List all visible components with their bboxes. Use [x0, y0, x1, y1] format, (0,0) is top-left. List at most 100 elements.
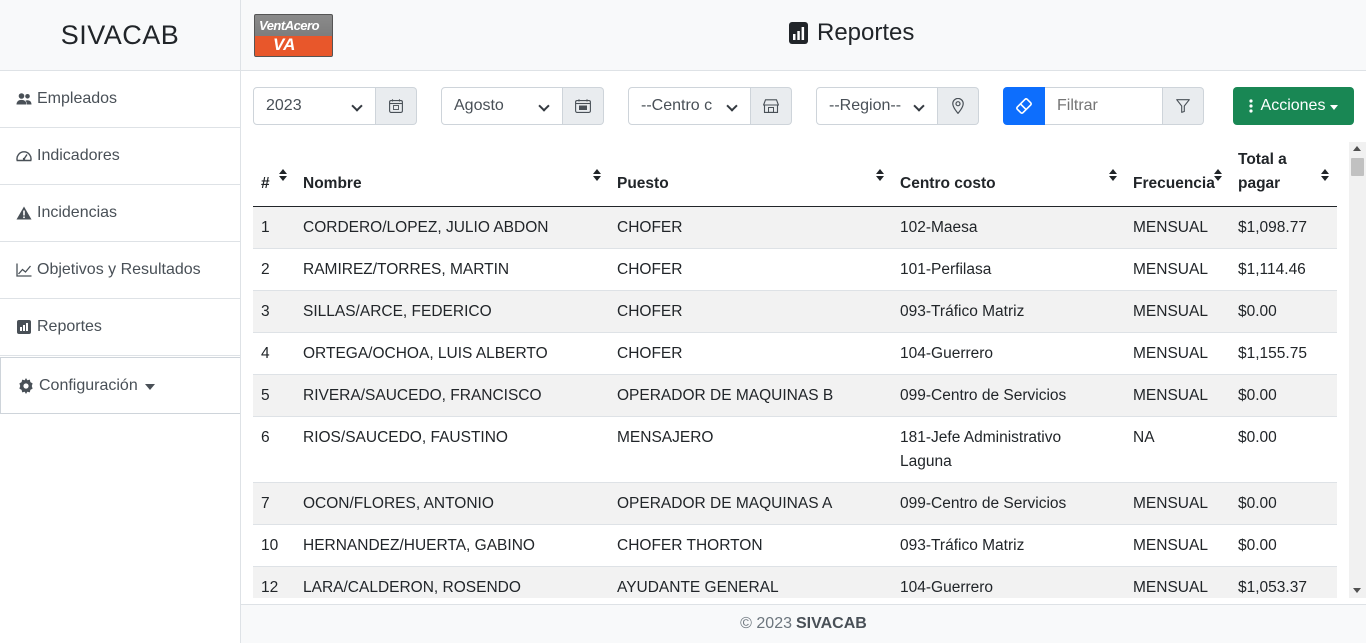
sidebar-item-reportes[interactable]: Reportes	[0, 299, 240, 356]
cell-total: $1,053.37	[1230, 566, 1337, 598]
cell-nombre: RIOS/SAUCEDO, FAUSTINO	[295, 416, 609, 483]
table-row[interactable]: 3 SILLAS/ARCE, FEDERICO CHOFER 093-Tráfi…	[253, 290, 1337, 333]
region-addon[interactable]	[938, 87, 979, 125]
page-footer: © 2023 SIVACAB	[241, 604, 1366, 643]
building-icon	[763, 99, 779, 113]
report-table: # Nombre Puesto Centro costo Frecuencia …	[253, 142, 1337, 598]
sidebar-item-label: Objetivos y Resultados	[37, 261, 201, 278]
cell-centro-costo: 101-Perfilasa	[892, 248, 1125, 291]
cell-centro-costo: 099-Centro de Servicios	[892, 374, 1125, 417]
caret-down-icon	[1330, 104, 1339, 110]
column-header-number[interactable]: #	[253, 142, 295, 207]
funnel-icon	[1176, 99, 1190, 113]
acciones-label: Acciones	[1260, 97, 1326, 114]
cell-puesto: CHOFER	[609, 332, 892, 375]
cell-frecuencia: MENSUAL	[1125, 332, 1230, 375]
filter-addon[interactable]	[1163, 87, 1204, 125]
cell-number: 6	[253, 416, 295, 483]
location-pin-icon	[952, 98, 964, 114]
table-body: 1 CORDERO/LOPEZ, JULIO ABDON CHOFER 102-…	[253, 206, 1337, 598]
chevron-down-icon	[144, 383, 155, 390]
cell-nombre: CORDERO/LOPEZ, JULIO ABDON	[295, 206, 609, 249]
sidebar-item-label: Reportes	[37, 318, 102, 335]
region-select-value: --Region--	[829, 97, 902, 114]
table-row[interactable]: 4 ORTEGA/OCHOA, LUIS ALBERTO CHOFER 104-…	[253, 332, 1337, 375]
cell-puesto: OPERADOR DE MAQUINAS A	[609, 482, 892, 525]
scroll-up-icon[interactable]	[1353, 146, 1361, 151]
column-header-frecuencia[interactable]: Frecuencia	[1125, 142, 1230, 207]
cell-number: 10	[253, 524, 295, 567]
year-calendar-addon[interactable]	[376, 87, 417, 125]
chevron-down-icon	[913, 100, 925, 112]
cell-puesto: CHOFER	[609, 290, 892, 333]
cell-nombre: HERNANDEZ/HUERTA, GABINO	[295, 524, 609, 567]
gear-icon	[18, 377, 34, 394]
people-icon	[16, 91, 32, 107]
centro-addon[interactable]	[751, 87, 792, 125]
line-chart-icon	[16, 262, 32, 278]
month-select[interactable]: Agosto	[441, 87, 563, 125]
column-header-nombre[interactable]: Nombre	[295, 142, 609, 207]
column-header-label: #	[261, 174, 270, 192]
sort-icon	[876, 169, 884, 181]
table-row[interactable]: 10 HERNANDEZ/HUERTA, GABINO CHOFER THORT…	[253, 524, 1337, 567]
table-row[interactable]: 12 LARA/CALDERON, ROSENDO AYUDANTE GENER…	[253, 566, 1337, 598]
cell-puesto: AYUDANTE GENERAL	[609, 566, 892, 598]
month-calendar-addon[interactable]	[563, 87, 604, 125]
clear-filter-button[interactable]	[1003, 87, 1045, 125]
column-header-label: Frecuencia	[1133, 174, 1215, 192]
cell-centro-costo: 104-Guerrero	[892, 332, 1125, 375]
chevron-down-icon	[351, 100, 363, 112]
cell-frecuencia: MENSUAL	[1125, 566, 1230, 598]
sidebar-item-indicadores[interactable]: Indicadores	[0, 128, 240, 185]
table-row[interactable]: 7 OCON/FLORES, ANTONIO OPERADOR DE MAQUI…	[253, 482, 1337, 525]
acciones-button[interactable]: Acciones	[1233, 87, 1354, 125]
cell-number: 1	[253, 206, 295, 249]
table-scrollbar[interactable]	[1349, 142, 1366, 598]
scrollbar-thumb[interactable]	[1351, 158, 1364, 176]
month-select-value: Agosto	[454, 97, 504, 114]
filter-input[interactable]	[1045, 87, 1163, 125]
sidebar-item-incidencias[interactable]: Incidencias	[0, 185, 240, 242]
company-logo: VentAcero VA	[254, 14, 333, 57]
eraser-icon	[1016, 98, 1032, 114]
cell-centro-costo: 093-Tráfico Matriz	[892, 290, 1125, 333]
sidebar-item-configuracion[interactable]: Configuración	[0, 357, 240, 414]
table-row[interactable]: 2 RAMIREZ/TORRES, MARTIN CHOFER 101-Perf…	[253, 248, 1337, 291]
sidebar-item-label: Indicadores	[37, 147, 120, 164]
sidebar: SIVACAB Empleados Indicadores Incidencia…	[0, 0, 241, 643]
cell-frecuencia: MENSUAL	[1125, 524, 1230, 567]
centro-select[interactable]: --Centro c	[628, 87, 751, 125]
sort-icon	[1109, 169, 1117, 181]
sidebar-item-label: Incidencias	[37, 204, 118, 221]
column-header-total[interactable]: Total a pagar	[1230, 142, 1337, 207]
table-row[interactable]: 6 RIOS/SAUCEDO, FAUSTINO MENSAJERO 181-J…	[253, 416, 1337, 483]
sort-icon	[593, 169, 601, 181]
region-select[interactable]: --Region--	[816, 87, 938, 125]
table-row[interactable]: 1 CORDERO/LOPEZ, JULIO ABDON CHOFER 102-…	[253, 206, 1337, 249]
column-header-centro-costo[interactable]: Centro costo	[892, 142, 1125, 207]
app-brand[interactable]: SIVACAB	[0, 0, 240, 71]
sort-icon	[1214, 169, 1222, 181]
cell-number: 4	[253, 332, 295, 375]
scroll-down-icon[interactable]	[1353, 588, 1361, 593]
sidebar-item-objetivos[interactable]: Objetivos y Resultados	[0, 242, 240, 299]
cell-frecuencia: NA	[1125, 416, 1230, 483]
year-select[interactable]: 2023	[253, 87, 376, 125]
sort-icon	[1321, 169, 1329, 181]
cell-total: $0.00	[1230, 482, 1337, 525]
calendar-month-icon	[575, 99, 591, 113]
cell-centro-costo: 093-Tráfico Matriz	[892, 524, 1125, 567]
sidebar-item-empleados[interactable]: Empleados	[0, 71, 240, 128]
page-title: Reportes	[789, 19, 914, 47]
cell-total: $0.00	[1230, 524, 1337, 567]
calendar-icon	[389, 99, 403, 113]
year-select-value: 2023	[266, 97, 302, 114]
speedometer-icon	[16, 148, 32, 164]
cell-number: 3	[253, 290, 295, 333]
table-row[interactable]: 5 RIVERA/SAUCEDO, FRANCISCO OPERADOR DE …	[253, 374, 1337, 417]
footer-brand: SIVACAB	[796, 615, 867, 632]
cell-puesto: MENSAJERO	[609, 416, 892, 483]
cell-puesto: OPERADOR DE MAQUINAS B	[609, 374, 892, 417]
column-header-puesto[interactable]: Puesto	[609, 142, 892, 207]
